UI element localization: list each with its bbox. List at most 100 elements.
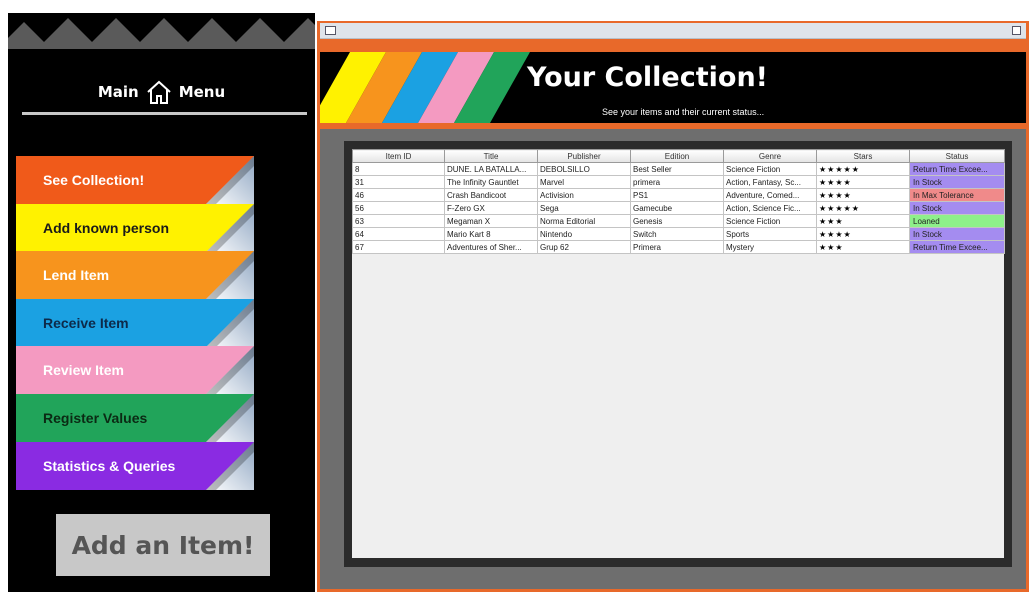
publisher-cell: Activision xyxy=(537,188,631,202)
nav-button-label: Review Item xyxy=(43,362,124,379)
status-cell: In Max Tolerance xyxy=(909,188,1005,202)
edition-cell: primera xyxy=(630,175,724,189)
table-row[interactable]: 46 Crash Bandicoot Activision PS1 Adventure,… xyxy=(352,188,1005,202)
page-curl-decoration xyxy=(206,394,254,442)
edition-cell: Genesis xyxy=(630,214,724,228)
edition-cell: Gamecube xyxy=(630,201,724,215)
table-row[interactable]: 64 Mario Kart 8 Nintendo Switch Sports ★★★★ In… xyxy=(352,227,1005,241)
column-header[interactable]: Genre xyxy=(723,149,817,163)
column-header[interactable]: Status xyxy=(909,149,1005,163)
item-id-cell: 8 xyxy=(352,162,445,176)
main-menu-label-right: Menu xyxy=(178,83,226,101)
item-id-cell: 64 xyxy=(352,227,445,241)
title-cell: DUNE. LA BATALLA... xyxy=(444,162,538,176)
page-curl-decoration xyxy=(206,203,254,252)
column-header[interactable]: Stars xyxy=(816,149,910,163)
receive-item-button[interactable]: Receive Item xyxy=(16,298,254,347)
stars-cell: ★★★ xyxy=(816,214,910,228)
table-row[interactable]: 67 Adventures of Sher... Grup 62 Primera Mys… xyxy=(352,240,1005,254)
item-id-cell: 67 xyxy=(352,240,445,254)
title-cell: The Infinity Gauntlet xyxy=(444,175,538,189)
nav-button-label: Add known person xyxy=(43,219,169,236)
publisher-cell: Grup 62 xyxy=(537,240,631,254)
table-frame: Item ID Title Publisher Edition Genre Stars St… xyxy=(344,141,1012,567)
main-menu-header: Main Menu xyxy=(8,77,315,107)
table-row[interactable]: 8 DUNE. LA BATALLA... DEBOLSILLO Best Selle… xyxy=(352,162,1005,176)
statistics-queries-button[interactable]: Statistics & Queries xyxy=(16,441,254,490)
page-curl-decoration xyxy=(206,441,254,490)
item-id-cell: 31 xyxy=(352,175,445,189)
table-header-row: Item ID Title Publisher Edition Genre Stars St… xyxy=(352,149,1005,163)
page-curl-decoration xyxy=(206,298,254,347)
nav-button-label: See Collection! xyxy=(43,172,145,188)
title-cell: Megaman X xyxy=(444,214,538,228)
item-id-cell: 46 xyxy=(352,188,445,202)
add-item-button[interactable]: Add an Item! xyxy=(56,514,270,576)
collection-table-scrollpane[interactable]: Item ID Title Publisher Edition Genre Stars St… xyxy=(352,149,1005,558)
zigzag-decoration xyxy=(8,18,315,49)
genre-cell: Action, Science Fic... xyxy=(723,201,817,215)
status-cell: Loaned xyxy=(909,214,1005,228)
column-header[interactable]: Item ID xyxy=(352,149,445,163)
add-known-person-button[interactable]: Add known person xyxy=(16,203,254,252)
title-cell: Mario Kart 8 xyxy=(444,227,538,241)
table-row[interactable]: 56 F-Zero GX Sega Gamecube Action, Science F… xyxy=(352,201,1005,215)
item-id-cell: 56 xyxy=(352,201,445,215)
status-cell: In Stock xyxy=(909,227,1005,241)
main-menu-label-left: Main xyxy=(97,83,139,101)
table-row[interactable]: 63 Megaman X Norma Editorial Genesis Science… xyxy=(352,214,1005,228)
column-header[interactable]: Publisher xyxy=(537,149,631,163)
edition-cell: Switch xyxy=(630,227,724,241)
content-area: Item ID Title Publisher Edition Genre Stars St… xyxy=(320,129,1026,589)
nav-button-label: Statistics & Queries xyxy=(43,457,176,474)
page-title: Your Collection! xyxy=(527,62,768,93)
status-cell: In Stock xyxy=(909,175,1005,189)
genre-cell: Mystery xyxy=(723,240,817,254)
title-cell: Adventures of Sher... xyxy=(444,240,538,254)
genre-cell: Science Fiction xyxy=(723,162,817,176)
edition-cell: PS1 xyxy=(630,188,724,202)
genre-cell: Science Fiction xyxy=(723,214,817,228)
column-header[interactable]: Edition xyxy=(630,149,724,163)
status-cell: Return Time Excee... xyxy=(909,162,1005,176)
see-collection-button[interactable]: See Collection! xyxy=(16,156,254,204)
title-cell: F-Zero GX xyxy=(444,201,538,215)
stars-cell: ★★★★ xyxy=(816,227,910,241)
item-id-cell: 63 xyxy=(352,214,445,228)
window-titlebar xyxy=(320,23,1026,39)
genre-cell: Action, Fantasy, Sc... xyxy=(723,175,817,189)
collection-banner: Your Collection! See your items and thei… xyxy=(320,52,1026,123)
stars-cell: ★★★★ xyxy=(816,188,910,202)
page-subtitle: See your items and their current status.… xyxy=(602,107,765,117)
publisher-cell: Marvel xyxy=(537,175,631,189)
lend-item-button[interactable]: Lend Item xyxy=(16,251,254,300)
edition-cell: Primera xyxy=(630,240,724,254)
home-icon xyxy=(147,80,171,104)
status-cell: In Stock xyxy=(909,201,1005,215)
page-curl-decoration xyxy=(206,346,254,395)
nav-button-label: Lend Item xyxy=(43,267,110,284)
status-cell: Return Time Excee... xyxy=(909,240,1005,254)
genre-cell: Adventure, Comed... xyxy=(723,188,817,202)
collection-window: Your Collection! See your items and thei… xyxy=(317,21,1029,592)
publisher-cell: DEBOLSILLO xyxy=(537,162,631,176)
review-item-button[interactable]: Review Item xyxy=(16,346,254,395)
stars-cell: ★★★★★ xyxy=(816,162,910,176)
menu-divider xyxy=(22,112,307,115)
window-icon xyxy=(325,26,336,35)
stars-cell: ★★★★★ xyxy=(816,201,910,215)
rainbow-stripes-decoration xyxy=(320,52,530,123)
stars-cell: ★★★★ xyxy=(816,175,910,189)
publisher-cell: Sega xyxy=(537,201,631,215)
publisher-cell: Nintendo xyxy=(537,227,631,241)
nav-button-label: Register Values xyxy=(43,410,148,426)
table-body: 8 DUNE. LA BATALLA... DEBOLSILLO Best Selle… xyxy=(352,162,1005,254)
column-header[interactable]: Title xyxy=(444,149,538,163)
maximize-icon[interactable] xyxy=(1012,26,1021,35)
page-curl-decoration xyxy=(206,251,254,300)
collection-table: Item ID Title Publisher Edition Genre Stars St… xyxy=(352,149,1005,254)
register-values-button[interactable]: Register Values xyxy=(16,394,254,442)
publisher-cell: Norma Editorial xyxy=(537,214,631,228)
table-row[interactable]: 31 The Infinity Gauntlet Marvel primera Acti… xyxy=(352,175,1005,189)
genre-cell: Sports xyxy=(723,227,817,241)
